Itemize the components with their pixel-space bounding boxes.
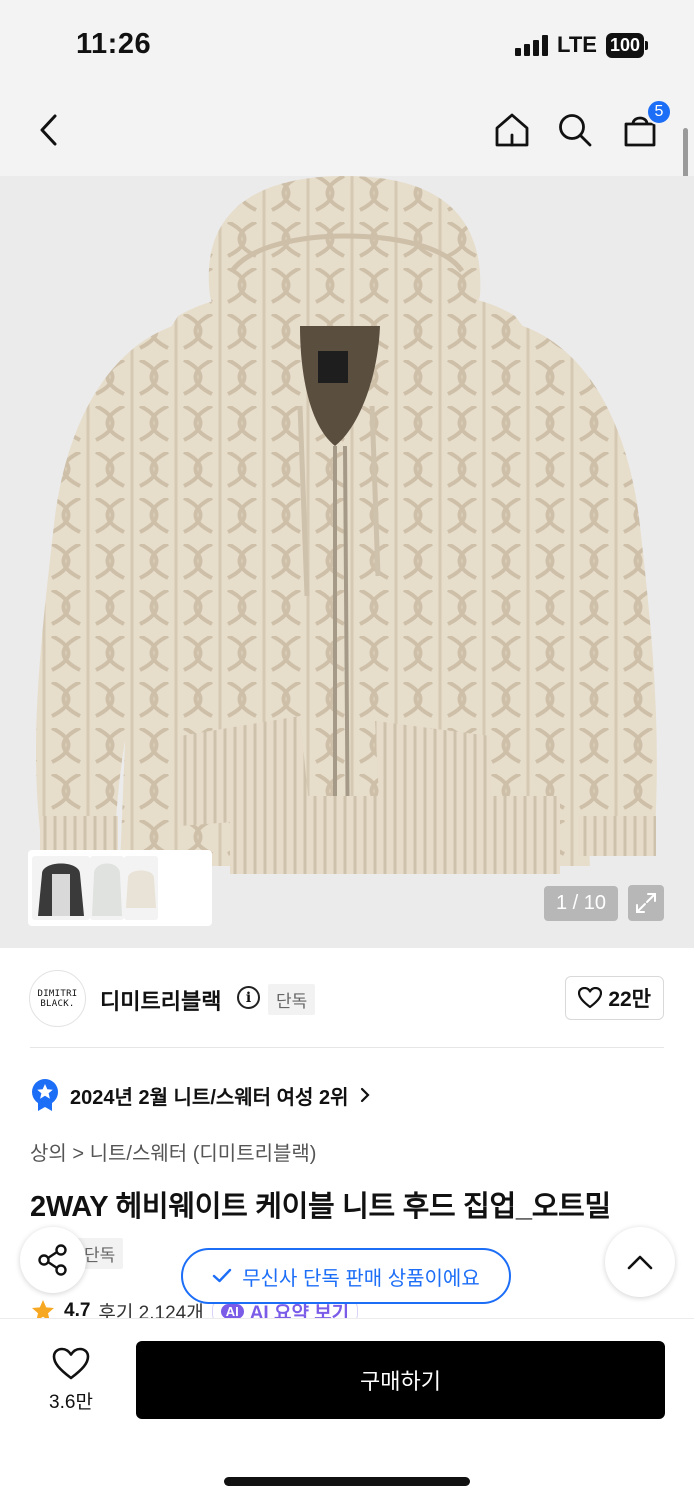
search-icon[interactable] bbox=[553, 108, 597, 152]
exclusive-banner[interactable]: 무신사 단독 판매 상품이에요 bbox=[181, 1248, 511, 1304]
heart-icon bbox=[52, 1347, 90, 1380]
ranking-badge-icon bbox=[32, 1079, 58, 1111]
brand-name[interactable]: 디미트리블랙 bbox=[100, 984, 221, 1016]
home-icon[interactable] bbox=[490, 108, 534, 152]
expand-icon[interactable] bbox=[628, 885, 664, 921]
ranking-text: 2024년 2월 니트/스웨터 여성 2위 bbox=[70, 1086, 349, 1109]
chevron-up-icon bbox=[627, 1255, 653, 1270]
brand-exclusive-tag: 단독 bbox=[268, 984, 316, 1015]
exclusive-banner-text: 무신사 단독 판매 상품이에요 bbox=[242, 1267, 480, 1290]
back-icon[interactable] bbox=[28, 108, 72, 152]
thumbnail-strip[interactable] bbox=[28, 850, 212, 926]
top-nav-bar: 5 bbox=[0, 90, 694, 176]
home-indicator bbox=[224, 1477, 470, 1486]
heart-icon bbox=[578, 987, 603, 1009]
cart-count-badge: 5 bbox=[646, 99, 672, 125]
share-button[interactable] bbox=[20, 1227, 86, 1293]
battery-level: 100 bbox=[605, 32, 644, 58]
battery-icon: 100 bbox=[605, 32, 648, 58]
breadcrumb-separator-icon: > bbox=[72, 1143, 90, 1165]
product-title: 2WAY 헤비웨이트 케이블 니트 후드 집업_오트밀 bbox=[30, 1191, 611, 1223]
chevron-right-icon bbox=[360, 1087, 370, 1103]
status-bar: 11:26 LTE 100 bbox=[0, 0, 694, 90]
info-icon[interactable]: i bbox=[237, 986, 260, 1009]
thumbnail-oatmeal[interactable] bbox=[124, 856, 158, 920]
network-label: LTE bbox=[557, 32, 597, 57]
breadcrumb-level2[interactable]: 니트/스웨터 (디미트리블랙) bbox=[90, 1143, 317, 1165]
brand-like-button[interactable]: 22만 bbox=[565, 976, 664, 1020]
bottom-action-bar: 3.6만 구매하기 bbox=[0, 1318, 694, 1500]
status-indicators: LTE 100 bbox=[515, 32, 648, 58]
cart-icon[interactable]: 5 bbox=[618, 99, 672, 152]
product-image-gallery[interactable]: 1 / 10 bbox=[0, 176, 694, 948]
ai-badge: AI bbox=[220, 1303, 244, 1319]
like-button[interactable]: 3.6만 bbox=[36, 1347, 106, 1414]
divider bbox=[30, 1047, 664, 1048]
brand-row: DIMITRI BLACK. 디미트리블랙 i 단독 22만 bbox=[0, 948, 694, 1048]
share-icon bbox=[38, 1244, 67, 1276]
status-time: 11:26 bbox=[76, 28, 152, 60]
breadcrumb: 상의 > 니트/스웨터 (디미트리블랙) bbox=[30, 1137, 316, 1166]
ranking-link[interactable]: 2024년 2월 니트/스웨터 여성 2위 bbox=[30, 1078, 371, 1112]
like-count: 3.6만 bbox=[49, 1392, 93, 1413]
image-counter: 1 / 10 bbox=[543, 886, 618, 921]
signal-icon bbox=[515, 34, 549, 56]
thumbnail-grey[interactable] bbox=[90, 856, 124, 920]
product-photo bbox=[35, 176, 657, 874]
breadcrumb-level1[interactable]: 상의 bbox=[30, 1143, 67, 1165]
thumbnail-black[interactable] bbox=[32, 856, 90, 920]
brand-like-count: 22만 bbox=[608, 988, 651, 1011]
brand-logo-line1: DIMITRI bbox=[37, 988, 78, 999]
buy-button[interactable]: 구매하기 bbox=[136, 1341, 665, 1419]
brand-logo[interactable]: DIMITRI BLACK. bbox=[29, 970, 86, 1027]
check-icon bbox=[213, 1268, 232, 1283]
brand-logo-line2: BLACK. bbox=[40, 998, 75, 1009]
scroll-top-button[interactable] bbox=[605, 1227, 675, 1297]
